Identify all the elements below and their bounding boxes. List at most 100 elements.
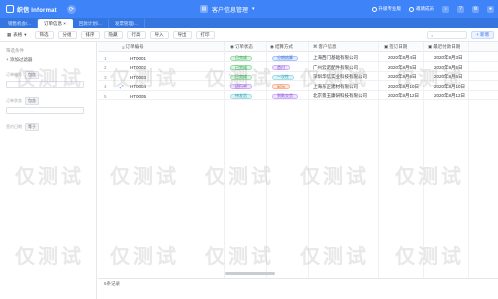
filter-field-label: 订单状态 — [6, 98, 22, 103]
view-label: 表格 — [13, 31, 23, 37]
order-status-tag-cell[interactable]: 待发货 — [230, 92, 252, 100]
filter-title: 筛选条件 — [6, 48, 24, 53]
customer-cell[interactable]: 深圳华信实业科技有限公司 — [313, 73, 367, 81]
customer-cell[interactable]: 上海东正建材有限公司 — [313, 83, 358, 91]
order-id-cell[interactable]: HT0005 — [130, 92, 146, 100]
filter-panel: 筛选条件 + 添加过滤器 订单编号 包含 订单状态 包含 签约日期 等于 — [0, 42, 97, 299]
order-status-tag-cell[interactable]: 进行中 — [230, 83, 252, 91]
filter-row: 订单编号 包含 — [6, 71, 90, 88]
sign-date-cell[interactable]: 2020年8月5日 — [388, 64, 417, 72]
customer-cell[interactable]: 北京景玉康研科技有限公司 — [313, 92, 367, 100]
column-header-due-date[interactable]: ▣ 最迟付款日期 — [428, 42, 460, 52]
order-id-cell[interactable]: HT0001 — [130, 54, 146, 62]
column-header-status[interactable]: ◉ 订单状态 — [230, 42, 253, 52]
due-date-cell[interactable]: 2020年9月5日 — [434, 64, 463, 72]
invite-button[interactable]: 邀请成员 — [409, 6, 434, 12]
app-title-switcher[interactable]: ▤ 客户信息管理 ▾ — [200, 0, 255, 18]
row-number[interactable]: 3 — [104, 73, 107, 81]
app-logo[interactable]: 织信 Informat ⟳ — [0, 4, 92, 14]
settings-icon[interactable]: ⚙ — [472, 5, 479, 13]
payment-method-tag: 一次性 — [272, 74, 294, 80]
column-header-sign-date[interactable]: ▣ 签订日期 — [384, 42, 407, 52]
row-height-button[interactable]: 行高 — [126, 30, 146, 39]
sync-icon[interactable]: ⟳ — [66, 4, 76, 14]
invite-icon — [409, 6, 414, 12]
filter-operator[interactable]: 包含 — [25, 71, 39, 79]
payment-method-tag-cell[interactable]: 50% — [272, 83, 291, 91]
expand-row-icon[interactable]: ⤢ — [120, 83, 124, 91]
tab-order-info[interactable]: 订单信息 × — [38, 19, 73, 28]
logo-text: 织信 Informat — [17, 7, 57, 14]
tab-payment-plan[interactable]: 回款计划/... — [73, 19, 109, 28]
record-count: 5条记录 — [98, 278, 498, 288]
logo-icon — [6, 5, 14, 13]
row-number[interactable]: 5 — [104, 92, 107, 100]
order-id-cell[interactable]: HT0002 — [130, 64, 146, 72]
due-date-cell[interactable]: 2020年8月10日 — [434, 83, 465, 91]
search-input[interactable]: ⌕ — [427, 31, 468, 39]
header-label: 订单状态 — [234, 44, 253, 49]
sign-date-cell[interactable]: 2020年8月6日 — [388, 73, 417, 81]
table-row[interactable]: 1 HT0001 已完成 分期结算 上海西门基础有限公司 2020年8月4日 2020年9月… — [98, 54, 498, 62]
payment-method-tag-cell[interactable]: 首付 — [272, 64, 290, 72]
data-table: ≡ 订单编号 ◉ 订单状态 ◉ 结算方式 ⌘ 客户信息 ▣ 签订日期 ▣ 最迟付款日期 1 H… — [98, 42, 498, 278]
customer-cell[interactable]: 广州云诺配件有限公司 — [313, 64, 358, 72]
column-header-payment[interactable]: ◉ 结算方式 — [270, 42, 293, 52]
sign-date-cell[interactable]: 2020年8月4日 — [388, 54, 417, 62]
filter-value-input[interactable] — [6, 81, 84, 88]
text-field-icon: ≡ — [122, 44, 125, 50]
upgrade-label: 升级专业版 — [378, 6, 402, 11]
filter-operator[interactable]: 等于 — [25, 123, 39, 131]
row-number[interactable]: 2 — [104, 64, 107, 72]
due-date-cell[interactable]: 2020年9月6日 — [434, 73, 463, 81]
filter-button[interactable]: 筛选 — [34, 30, 54, 39]
due-date-cell[interactable]: 2020年8月12日 — [434, 92, 465, 100]
payment-method-tag-cell[interactable]: 到款交货 — [272, 92, 298, 100]
view-selector[interactable]: ▦ 表格 ▾ — [3, 30, 31, 39]
header-label: 结算方式 — [274, 44, 293, 49]
row-number[interactable]: 1 — [104, 54, 107, 62]
order-id-cell[interactable]: HT0003 — [130, 73, 146, 81]
export-button[interactable]: 导出 — [172, 30, 192, 39]
table-row[interactable]: 2 HT0002 已完成 首付 广州云诺配件有限公司 2020年8月5日 2020年9月5日 — [98, 64, 498, 72]
column-header-customer[interactable]: ⌘ 客户信息 — [313, 42, 337, 52]
sort-button[interactable]: 排序 — [80, 30, 100, 39]
horizontal-scrollbar[interactable] — [225, 272, 275, 275]
avatar[interactable]: ● — [487, 5, 494, 13]
row-number[interactable]: 4 — [104, 83, 107, 91]
column-header-order-id[interactable]: ≡ 订单编号 — [122, 42, 144, 52]
due-date-cell[interactable]: 2020年9月3日 — [434, 54, 463, 62]
add-record-button[interactable]: + 新增 — [471, 31, 494, 39]
app-icon: ▤ — [200, 5, 208, 13]
payment-method-tag-cell[interactable]: 一次性 — [272, 73, 294, 81]
table-row[interactable]: 5 HT0005 待发货 到款交货 北京景玉康研科技有限公司 2020年8月12日 2020… — [98, 92, 498, 101]
tab-invoice[interactable]: 发票管理/... — [109, 19, 145, 28]
sign-date-cell[interactable]: 2020年8月12日 — [388, 92, 419, 100]
sign-date-cell[interactable]: 2020年8月10日 — [388, 83, 419, 91]
help-icon[interactable]: ? — [457, 5, 464, 13]
order-status-tag: 已完成 — [230, 74, 252, 80]
payment-method-tag-cell[interactable]: 分期结算 — [272, 54, 298, 62]
table-row[interactable]: 4 HT0004 进行中 50% 上海东正建材有限公司 2020年8月10日 2020年8月… — [98, 83, 498, 91]
hide-button[interactable]: 隐藏 — [103, 30, 123, 39]
chevron-down-icon: ▾ — [24, 31, 27, 37]
order-status-tag: 已完成 — [230, 65, 252, 71]
order-status-tag-cell[interactable]: 已完成 — [230, 73, 252, 81]
filter-operator[interactable]: 包含 — [25, 97, 39, 105]
print-button[interactable]: 打印 — [195, 30, 215, 39]
filter-value-input[interactable] — [6, 107, 84, 114]
table-row[interactable]: 3 HT0003 已完成 一次性 深圳华信实业科技有限公司 2020年8月6日 2020年9… — [98, 73, 498, 82]
customer-cell[interactable]: 上海西门基础有限公司 — [313, 54, 358, 62]
import-button[interactable]: 导入 — [149, 30, 169, 39]
date-icon: ▣ — [428, 44, 433, 49]
header-label: 客户信息 — [318, 44, 337, 49]
tab-sales-opportunity[interactable]: 销售机会/... — [2, 19, 39, 28]
upgrade-button[interactable]: 升级专业版 — [371, 6, 402, 12]
order-status-tag-cell[interactable]: 已完成 — [230, 64, 252, 72]
bell-icon[interactable]: ♪ — [442, 5, 449, 13]
add-filter-button[interactable]: + 添加过滤器 — [6, 57, 90, 63]
order-status-tag-cell[interactable]: 已完成 — [230, 54, 252, 62]
filter-field-label: 签约日期 — [6, 124, 22, 129]
group-button[interactable]: 分组 — [57, 30, 77, 39]
order-id-cell[interactable]: HT0004 — [130, 83, 146, 91]
